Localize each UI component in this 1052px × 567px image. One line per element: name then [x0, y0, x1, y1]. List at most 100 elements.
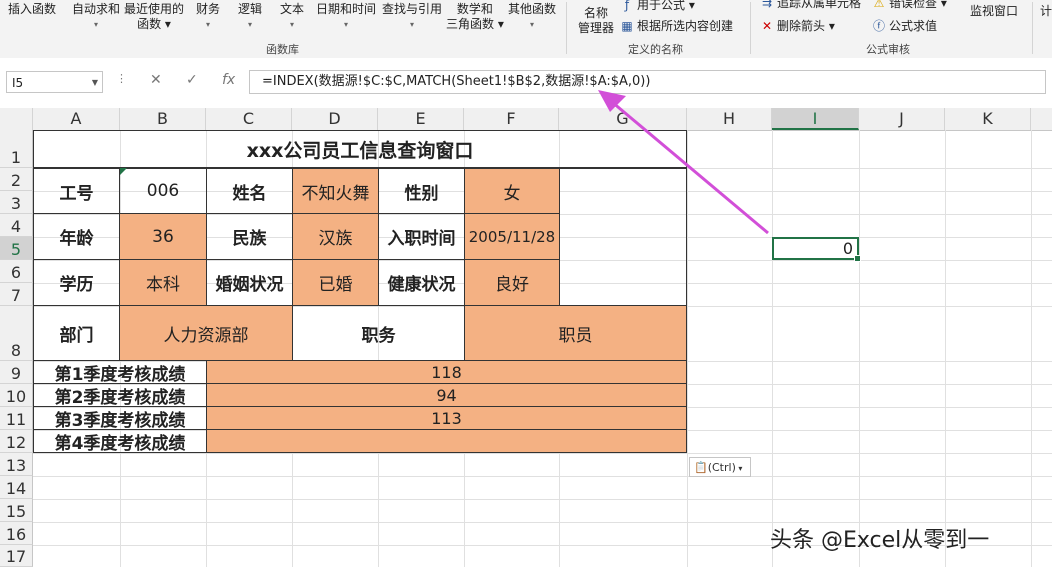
row-header-11[interactable]: 11 [0, 407, 33, 430]
dept-value[interactable]: 人力资源部 [119, 305, 293, 361]
insert-function-fx-icon[interactable]: fx [222, 72, 235, 88]
watch-window-button[interactable]: 监视窗口 [970, 4, 1018, 19]
q4-score[interactable] [206, 429, 687, 453]
gridline [33, 499, 1052, 500]
column-header-i[interactable]: I [772, 108, 859, 130]
evaluate-formula-icon: ⓕ [872, 19, 885, 33]
emp-id-label[interactable]: 工号 [33, 168, 120, 214]
education-value[interactable]: 本科 [119, 259, 207, 306]
evaluate-formula-button[interactable]: ⓕ 公式求值 [872, 17, 937, 34]
q4-label[interactable]: 第4季度考核成绩 [33, 429, 207, 453]
position-label[interactable]: 职务 [292, 305, 465, 361]
hire-date-label[interactable]: 入职时间 [378, 213, 465, 260]
row-header-2[interactable]: 2 [0, 168, 33, 191]
column-header-d[interactable]: D [292, 108, 378, 130]
hire-date-value[interactable]: 2005/11/28 [464, 213, 560, 260]
chevron-down-icon: ▾ [735, 464, 743, 473]
form-title[interactable]: xxx公司员工信息查询窗口 [33, 130, 687, 168]
remove-arrows-button[interactable]: ✕ 删除箭头 ▾ [760, 17, 835, 34]
enter-check-icon[interactable]: ✓ [186, 72, 198, 88]
calculation-button[interactable]: 计 [1040, 4, 1052, 19]
name-box[interactable]: I5 ▼ [6, 71, 103, 93]
date-time-button[interactable]: 日期和时间 ▾ [316, 2, 376, 32]
watermark: 头条 @Excel从零到一 [770, 528, 990, 553]
row-header-9[interactable]: 9 [0, 361, 33, 384]
cancel-icon[interactable]: ✕ [150, 72, 162, 88]
row-header-7[interactable]: 7 [0, 283, 33, 306]
column-header-a[interactable]: A [33, 108, 120, 130]
photo-area[interactable] [559, 168, 687, 306]
column-header-j[interactable]: J [859, 108, 945, 130]
name-label[interactable]: 姓名 [206, 168, 293, 214]
select-all-corner[interactable] [0, 108, 33, 130]
clipboard-icon: 📋 [694, 461, 708, 474]
row-header-15[interactable]: 15 [0, 499, 33, 522]
chevron-down-icon[interactable]: ▼ [92, 72, 98, 94]
health-value[interactable]: 良好 [464, 259, 560, 306]
column-header-e[interactable]: E [378, 108, 464, 130]
row-header-13[interactable]: 13 [0, 453, 33, 476]
row-header-10[interactable]: 10 [0, 384, 33, 407]
ribbon-separator [1032, 2, 1033, 54]
gender-value[interactable]: 女 [464, 168, 560, 214]
emp-id-value[interactable]: 006 [119, 168, 207, 214]
text-button[interactable]: 文本 ▾ [280, 2, 304, 32]
formula-input[interactable]: =INDEX(数据源!$C:$C,MATCH(Sheet1!$B$2,数据源!$… [249, 70, 1046, 94]
q3-label[interactable]: 第3季度考核成绩 [33, 406, 207, 430]
selected-cell-i5[interactable]: 0 [772, 237, 861, 262]
paste-options-button[interactable]: 📋(Ctrl) ▾ [689, 457, 751, 477]
health-label[interactable]: 健康状况 [378, 259, 465, 306]
create-from-selection-button[interactable]: ▦ 根据所选内容创建 [620, 17, 733, 34]
marital-label[interactable]: 婚姻状况 [206, 259, 293, 306]
name-manager-label: 名称 [584, 6, 609, 20]
column-header-k[interactable]: K [945, 108, 1031, 130]
column-header-c[interactable]: C [206, 108, 292, 130]
row-header-1[interactable]: 1 [0, 130, 33, 168]
insert-function-button[interactable]: 插入函数 [8, 2, 56, 17]
education-label[interactable]: 学历 [33, 259, 120, 306]
q1-label[interactable]: 第1季度考核成绩 [33, 360, 207, 384]
logical-button[interactable]: 逻辑 ▾ [238, 2, 262, 32]
row-header-14[interactable]: 14 [0, 476, 33, 499]
lookup-reference-button[interactable]: 查找与引用 ▾ [382, 2, 442, 32]
recently-used-button[interactable]: 最近使用的 函数 ▾ [124, 2, 184, 32]
column-header-b[interactable]: B [120, 108, 206, 130]
q2-score[interactable]: 94 [206, 383, 687, 407]
error-checking-button[interactable]: ⚠ 错误检查 ▾ [872, 0, 947, 11]
column-header-g[interactable]: G [559, 108, 687, 130]
ethnic-label[interactable]: 民族 [206, 213, 293, 260]
selected-cell-value: 0 [842, 239, 853, 258]
q2-label[interactable]: 第2季度考核成绩 [33, 383, 207, 407]
group-label-defined-names: 定义的名称 [628, 43, 683, 56]
text-label: 文本 [280, 2, 305, 16]
name-value[interactable]: 不知火舞 [292, 168, 379, 214]
row-header-4[interactable]: 4 [0, 214, 33, 237]
more-functions-button[interactable]: 其他函数 ▾ [508, 2, 556, 32]
marital-value[interactable]: 已婚 [292, 259, 379, 306]
autosum-button[interactable]: 自动求和 ▾ [72, 2, 120, 32]
position-value[interactable]: 职员 [464, 305, 687, 361]
q1-score[interactable]: 118 [206, 360, 687, 384]
row-header-12[interactable]: 12 [0, 430, 33, 453]
fill-handle[interactable] [854, 255, 861, 262]
trace-dependents-button[interactable]: ⇉ 追踪从属单元格 [760, 0, 861, 11]
math-trig-button[interactable]: 数学和 三角函数 ▾ [446, 2, 504, 32]
q3-score[interactable]: 113 [206, 406, 687, 430]
age-value[interactable]: 36 [119, 213, 207, 260]
row-header-8[interactable]: 8 [0, 306, 33, 361]
gender-label[interactable]: 性别 [378, 168, 465, 214]
use-in-formula-button[interactable]: ƒ 用于公式 ▾ [620, 0, 695, 13]
age-label[interactable]: 年龄 [33, 213, 120, 260]
name-manager-button[interactable]: 名称 管理器 [578, 6, 614, 36]
financial-button[interactable]: 财务 ▾ [196, 2, 220, 32]
remove-arrows-icon: ✕ [761, 19, 773, 33]
column-header-f[interactable]: F [464, 108, 559, 130]
row-header-16[interactable]: 16 [0, 522, 33, 545]
row-header-17[interactable]: 17 [0, 545, 33, 567]
column-header-h[interactable]: H [687, 108, 772, 130]
row-header-5[interactable]: 5 [0, 237, 33, 260]
row-header-3[interactable]: 3 [0, 191, 33, 214]
ethnic-value[interactable]: 汉族 [292, 213, 379, 260]
dept-label[interactable]: 部门 [33, 305, 120, 361]
row-header-6[interactable]: 6 [0, 260, 33, 283]
